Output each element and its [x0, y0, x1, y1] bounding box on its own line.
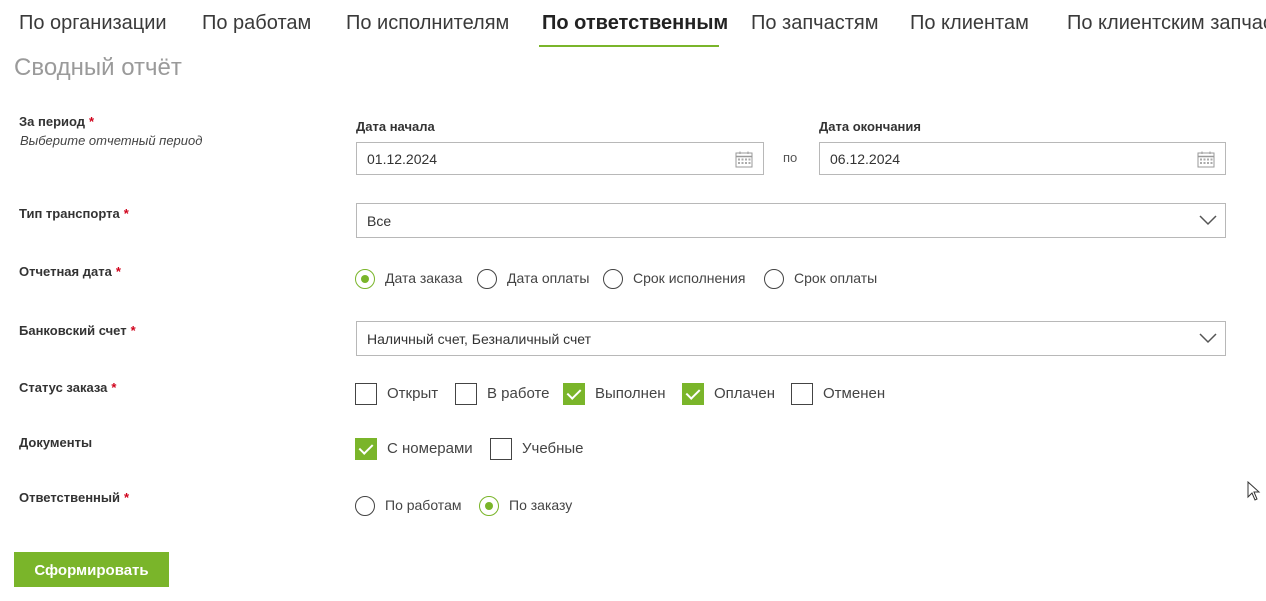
checkbox[interactable]: [490, 438, 512, 460]
calendar-icon[interactable]: [735, 151, 753, 168]
end-date-value: 06.12.2024: [830, 151, 901, 167]
checkbox-label: С номерами: [387, 440, 473, 457]
order-status-label: Статус заказа *: [19, 380, 117, 395]
radio-label: Дата оплаты: [507, 270, 590, 286]
start-date-value: 01.12.2024: [367, 151, 438, 167]
tab-by-client-parts[interactable]: По клиентским запчастям: [1067, 12, 1266, 35]
documents-label: Документы: [19, 435, 93, 450]
start-date-label: Дата начала: [356, 119, 435, 134]
required-marker: *: [123, 206, 129, 221]
period-hint: Выберите отчетный период: [20, 133, 203, 148]
radio-label: По работам: [385, 497, 462, 513]
radio-button[interactable]: [477, 269, 497, 289]
page-title: Сводный отчёт: [14, 54, 182, 81]
checkbox[interactable]: [682, 383, 704, 405]
checkbox-label: Открыт: [387, 385, 439, 402]
tab-by-executors[interactable]: По исполнителям: [346, 12, 509, 35]
bank-account-value: Наличный счет, Безналичный счет: [367, 331, 592, 347]
checkbox[interactable]: [791, 383, 813, 405]
required-marker: *: [115, 264, 121, 279]
period-label: За период *: [19, 114, 95, 129]
tab-by-organization[interactable]: По организации: [19, 12, 167, 35]
required-marker: *: [89, 114, 95, 129]
checkbox-label: Оплачен: [714, 385, 775, 402]
checkbox-label: Выполнен: [595, 385, 666, 402]
transport-value: Все: [367, 213, 392, 229]
radio-button[interactable]: [764, 269, 784, 289]
required-marker: *: [124, 490, 130, 505]
radio-button[interactable]: [479, 496, 499, 516]
report-date-label: Отчетная дата *: [19, 264, 121, 279]
radio-button[interactable]: [355, 269, 375, 289]
radio-label: Срок исполнения: [633, 270, 746, 286]
chevron-down-icon: [1199, 333, 1217, 344]
period-separator: по: [783, 150, 798, 165]
checkbox[interactable]: [455, 383, 477, 405]
checkbox-label: В работе: [487, 385, 550, 402]
tab-by-clients[interactable]: По клиентам: [910, 12, 1029, 35]
required-marker: *: [111, 380, 117, 395]
chevron-down-icon: [1199, 215, 1217, 226]
transport-label: Тип транспорта *: [19, 206, 129, 221]
radio-button[interactable]: [355, 496, 375, 516]
calendar-icon[interactable]: [1197, 151, 1215, 168]
mouse-cursor-icon: [1247, 481, 1261, 501]
required-marker: *: [130, 323, 136, 338]
tab-by-responsible[interactable]: По ответственным: [542, 12, 728, 35]
tab-by-parts[interactable]: По запчастям: [751, 12, 878, 35]
responsible-label: Ответственный *: [19, 490, 130, 505]
checkbox[interactable]: [355, 383, 377, 405]
bank-account-label: Банковский счет *: [19, 323, 136, 338]
checkbox[interactable]: [355, 438, 377, 460]
bank-account-select[interactable]: Наличный счет, Безналичный счет: [356, 321, 1226, 356]
radio-button[interactable]: [603, 269, 623, 289]
generate-report-button[interactable]: Сформировать: [14, 552, 169, 587]
end-date-label: Дата окончания: [819, 119, 921, 134]
end-date-field[interactable]: 06.12.2024: [819, 142, 1226, 175]
radio-label: По заказу: [509, 497, 573, 513]
checkbox-label: Отменен: [823, 385, 886, 402]
checkbox[interactable]: [563, 383, 585, 405]
radio-label: Срок оплаты: [794, 270, 878, 286]
start-date-field[interactable]: 01.12.2024: [356, 142, 764, 175]
tab-by-works[interactable]: По работам: [202, 12, 311, 35]
transport-select[interactable]: Все: [356, 203, 1226, 238]
report-tabs: По организации По работам По исполнителя…: [0, 0, 1266, 50]
checkbox-label: Учебные: [522, 440, 584, 457]
radio-label: Дата заказа: [385, 270, 463, 286]
active-tab-indicator: [539, 45, 719, 47]
